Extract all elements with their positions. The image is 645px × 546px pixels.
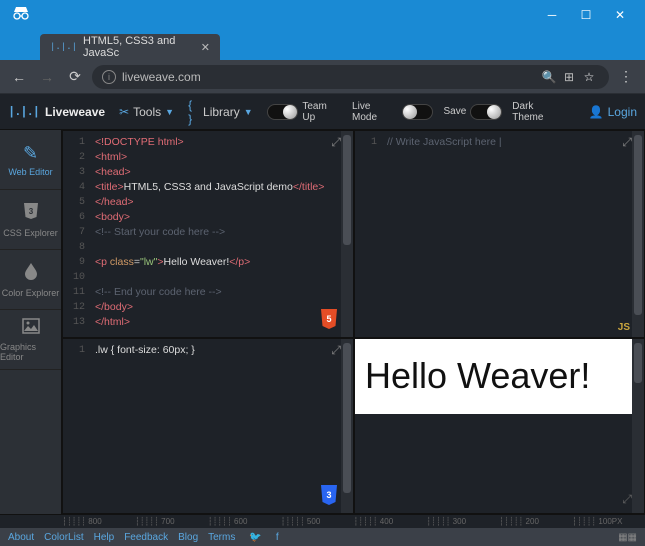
js-pane[interactable]: 1 // Write JavaScript here | ⤢ JS bbox=[354, 130, 645, 338]
layout-picker-icon[interactable]: ▦▦ bbox=[618, 532, 637, 543]
bookmark-star-icon[interactable]: ☆ bbox=[579, 70, 599, 84]
user-icon: 👤 bbox=[589, 105, 604, 119]
css-pane[interactable]: 1 .lw { font-size: 60px; } ⤢ 3 bbox=[62, 338, 354, 514]
scrollbar[interactable] bbox=[632, 339, 644, 513]
menu-tools[interactable]: ✂ Tools ▼ bbox=[119, 105, 174, 119]
toggle-save[interactable]: Save bbox=[443, 104, 502, 120]
chevron-down-icon: ▼ bbox=[244, 107, 253, 117]
nav-back-button[interactable]: ← bbox=[8, 69, 30, 85]
library-icon: { } bbox=[188, 98, 199, 126]
browser-tab[interactable]: |.|.| HTML5, CSS3 and JavaSc ✕ bbox=[40, 34, 220, 60]
pencil-icon: ✎ bbox=[23, 143, 38, 164]
footer-link-blog[interactable]: Blog bbox=[178, 532, 198, 543]
footer-link-colorlist[interactable]: ColorList bbox=[44, 532, 83, 543]
nav-reload-button[interactable]: ⟳ bbox=[64, 68, 86, 85]
toggle-livemode[interactable]: Live Mode bbox=[352, 101, 433, 123]
footer-link-feedback[interactable]: Feedback bbox=[124, 532, 168, 543]
footer-link-help[interactable]: Help bbox=[94, 532, 115, 543]
browser-tabstrip: |.|.| HTML5, CSS3 and JavaSc ✕ bbox=[0, 30, 645, 60]
ruler: ┆┊┊┊┊ 800┆┊┊┊┊ 700┆┊┊┊┊ 600┆┊┊┊┊ 500┆┊┊┊… bbox=[0, 514, 645, 528]
fullscreen-icon[interactable]: ⤢ bbox=[331, 135, 339, 150]
footer-link-terms[interactable]: Terms bbox=[208, 532, 235, 543]
sidebar-item-color-explorer[interactable]: Color Explorer bbox=[0, 250, 61, 310]
window-maximize-button[interactable]: ☐ bbox=[569, 5, 603, 25]
html-pane[interactable]: 12345678910111213 <!DOCTYPE html><html><… bbox=[62, 130, 354, 338]
window-close-button[interactable]: ✕ bbox=[603, 5, 637, 25]
scrollbar[interactable] bbox=[341, 131, 353, 337]
twitter-icon[interactable]: 🐦 bbox=[249, 532, 261, 543]
address-bar[interactable]: i liveweave.com 🔍 ⊞ ☆ bbox=[92, 65, 609, 89]
brand-logo[interactable]: |.|.| Liveweave bbox=[8, 105, 105, 119]
sidebar-item-graphics-editor[interactable]: Graphics Editor bbox=[0, 310, 61, 370]
fullscreen-icon[interactable]: ⤢ bbox=[622, 135, 630, 150]
login-button[interactable]: 👤 Login bbox=[589, 105, 637, 119]
url-text: liveweave.com bbox=[122, 70, 201, 84]
site-info-icon[interactable]: i bbox=[102, 70, 116, 84]
app-menubar: |.|.| Liveweave ✂ Tools ▼ { } Library ▼ … bbox=[0, 94, 645, 130]
sidebar-item-css-explorer[interactable]: 3 CSS Explorer bbox=[0, 190, 61, 250]
css3-badge-icon: 3 bbox=[319, 484, 339, 509]
tools-icon: ✂ bbox=[119, 105, 129, 119]
chevron-down-icon: ▼ bbox=[165, 107, 174, 117]
tab-favicon: |.|.| bbox=[50, 42, 77, 52]
svg-text:5: 5 bbox=[326, 314, 331, 324]
menu-library[interactable]: { } Library ▼ bbox=[188, 98, 253, 126]
image-icon bbox=[22, 318, 40, 339]
sidebar-item-web-editor[interactable]: ✎ Web Editor bbox=[0, 130, 61, 190]
fullscreen-icon[interactable]: ⤢ bbox=[622, 492, 630, 507]
tab-close-icon[interactable]: ✕ bbox=[201, 41, 210, 54]
footer: About ColorList Help Feedback Blog Terms… bbox=[0, 528, 645, 546]
toggle-teamup[interactable]: Team Up bbox=[267, 101, 342, 123]
brand-text: Liveweave bbox=[45, 105, 105, 119]
facebook-icon[interactable]: f bbox=[276, 532, 279, 543]
preview-pane: Hello Weaver! ⤢ bbox=[354, 338, 645, 514]
window-titlebar: ─ ☐ ✕ bbox=[0, 0, 645, 30]
incognito-icon bbox=[12, 6, 30, 23]
droplet-icon bbox=[23, 262, 39, 285]
preview-output: Hello Weaver! bbox=[355, 339, 644, 414]
js-badge-icon: JS bbox=[618, 322, 630, 333]
fullscreen-icon[interactable]: ⤢ bbox=[331, 343, 339, 358]
scrollbar[interactable] bbox=[341, 339, 353, 513]
html5-badge-icon: 5 bbox=[319, 308, 339, 333]
window-minimize-button[interactable]: ─ bbox=[535, 5, 569, 25]
sidebar: ✎ Web Editor 3 CSS Explorer Color Explor… bbox=[0, 130, 62, 514]
footer-link-about[interactable]: About bbox=[8, 532, 34, 543]
svg-text:3: 3 bbox=[326, 490, 331, 500]
css-icon: 3 bbox=[22, 202, 40, 225]
svg-text:3: 3 bbox=[28, 207, 33, 216]
scrollbar[interactable] bbox=[632, 131, 644, 337]
browser-menu-button[interactable]: ⋮ bbox=[615, 68, 637, 85]
nav-forward-button[interactable]: → bbox=[36, 69, 58, 85]
browser-toolbar: ← → ⟳ i liveweave.com 🔍 ⊞ ☆ ⋮ bbox=[0, 60, 645, 94]
translate-icon[interactable]: ⊞ bbox=[559, 70, 579, 84]
brand-icon: |.|.| bbox=[8, 105, 39, 119]
tab-title: HTML5, CSS3 and JavaSc bbox=[83, 35, 191, 59]
toggle-darktheme[interactable]: Dark Theme bbox=[512, 101, 566, 123]
zoom-icon[interactable]: 🔍 bbox=[539, 70, 559, 84]
